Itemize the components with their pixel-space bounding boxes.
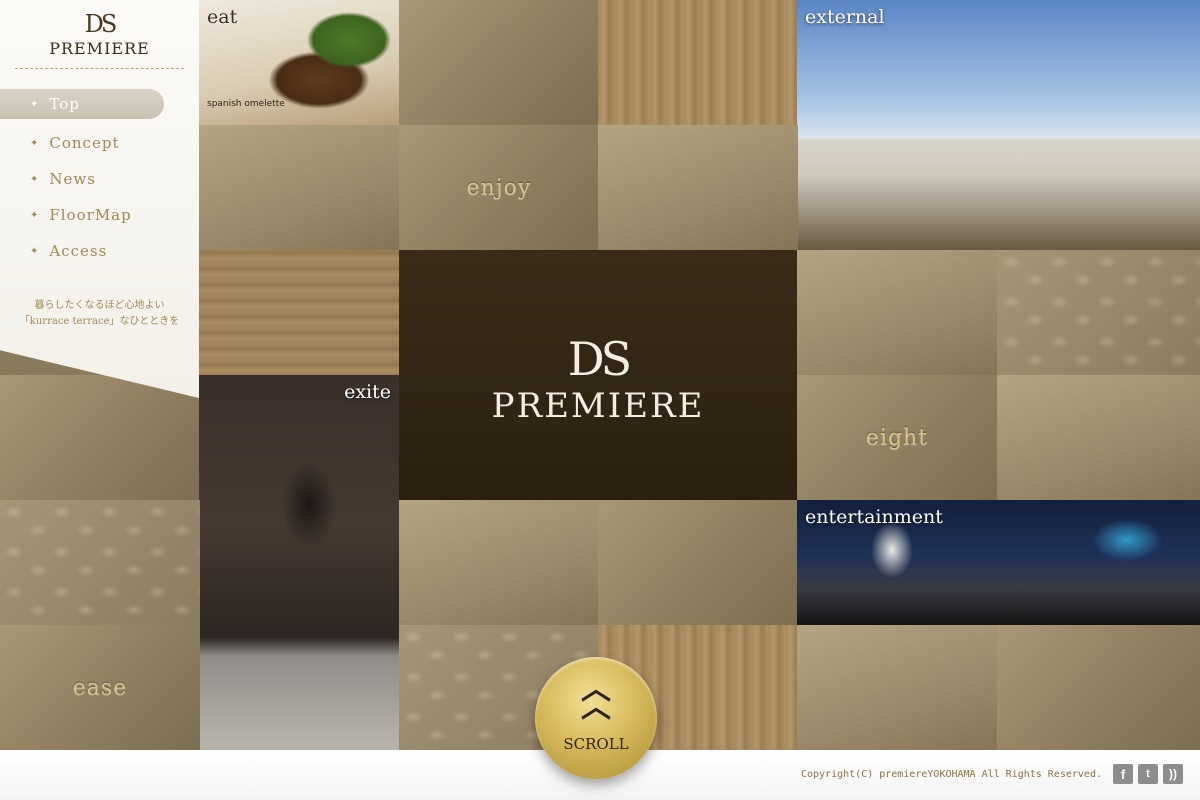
ease-tile[interactable]: ease xyxy=(0,625,200,750)
external-label: external xyxy=(805,6,885,28)
eight-word: eight xyxy=(865,425,929,450)
enjoy-tile[interactable]: enjoy xyxy=(399,125,599,250)
texture-tile xyxy=(399,0,599,125)
eat-label: eat xyxy=(207,6,238,28)
nav-item-concept[interactable]: ✦ Concept xyxy=(0,125,164,161)
texture-tile xyxy=(797,250,997,375)
texture-tile xyxy=(997,375,1200,500)
eat-caption: spanish omelette xyxy=(207,99,285,109)
photo-exite-tile[interactable]: exite xyxy=(199,375,399,750)
tagline-line-2: 「kurrace terrace」なひとときを xyxy=(19,316,180,327)
nav-item-label: News xyxy=(49,170,96,188)
nav-item-label: Access xyxy=(49,242,108,260)
texture-tile xyxy=(598,500,798,625)
sparkle-icon: ✦ xyxy=(30,209,40,221)
sparkle-icon: ✦ xyxy=(30,137,40,149)
texture-tile xyxy=(797,625,997,750)
sidebar-logo-text[interactable]: PREMIERE xyxy=(0,39,199,58)
enjoy-word: enjoy xyxy=(466,175,532,200)
rss-icon[interactable]: )) xyxy=(1163,764,1183,784)
center-brand-name: PREMIERE xyxy=(491,386,705,426)
exite-label: exite xyxy=(344,381,391,403)
nav-item-label: Concept xyxy=(49,134,120,152)
nav-item-access[interactable]: ✦ Access xyxy=(0,233,164,269)
sidebar-tagline: 暮らしたくなるほど心地よい 「kurrace terrace」なひとときを xyxy=(0,298,199,330)
texture-tile xyxy=(199,250,399,375)
sidebar-divider xyxy=(15,68,184,69)
scroll-button[interactable]: ︿ ︿ SCROLL xyxy=(535,657,657,779)
texture-tile xyxy=(399,500,599,625)
sparkle-icon: ✦ xyxy=(30,173,40,185)
nav-item-news[interactable]: ✦ News xyxy=(0,161,164,197)
texture-tile xyxy=(598,125,798,250)
ease-word: ease xyxy=(72,675,128,700)
main-nav: ✦ Top ✦ Concept ✦ News ✦ FloorMap ✦ Acce… xyxy=(0,89,199,269)
texture-tile xyxy=(997,625,1200,750)
facebook-icon[interactable]: f xyxy=(1113,764,1133,784)
photo-external-tile[interactable]: external xyxy=(797,0,1200,250)
copyright-text: Copyright(C) premiereYOKOHAMA All Rights… xyxy=(800,769,1102,780)
center-logo-mark: DS xyxy=(567,332,632,386)
eight-tile[interactable]: eight xyxy=(797,375,997,500)
photo-entertainment-tile[interactable]: entertainment xyxy=(797,500,1200,625)
nav-item-floormap[interactable]: ✦ FloorMap xyxy=(0,197,164,233)
texture-tile xyxy=(997,250,1200,375)
nav-item-label: Top xyxy=(49,95,80,113)
chevron-up-icon: ︿ ︿ xyxy=(581,672,611,725)
nav-item-label: FloorMap xyxy=(49,206,132,224)
texture-tile xyxy=(199,125,399,250)
texture-tile xyxy=(0,375,200,500)
sidebar-logo-mark[interactable]: DS xyxy=(0,10,199,38)
tagline-line-1: 暮らしたくなるほど心地よい xyxy=(34,300,165,311)
sparkle-icon: ✦ xyxy=(30,98,40,110)
nav-item-top[interactable]: ✦ Top xyxy=(0,89,164,119)
center-logo-tile: DS PREMIERE xyxy=(399,250,797,500)
texture-tile xyxy=(0,500,200,625)
photo-eat-tile[interactable]: eat spanish omelette xyxy=(199,0,399,125)
twitter-icon[interactable]: t xyxy=(1138,764,1158,784)
scroll-label: SCROLL xyxy=(563,735,629,753)
entertainment-label: entertainment xyxy=(805,506,943,528)
sparkle-icon: ✦ xyxy=(30,245,40,257)
texture-tile xyxy=(598,0,798,125)
sidebar: DS PREMIERE ✦ Top ✦ Concept ✦ News ✦ Flo… xyxy=(0,0,199,398)
